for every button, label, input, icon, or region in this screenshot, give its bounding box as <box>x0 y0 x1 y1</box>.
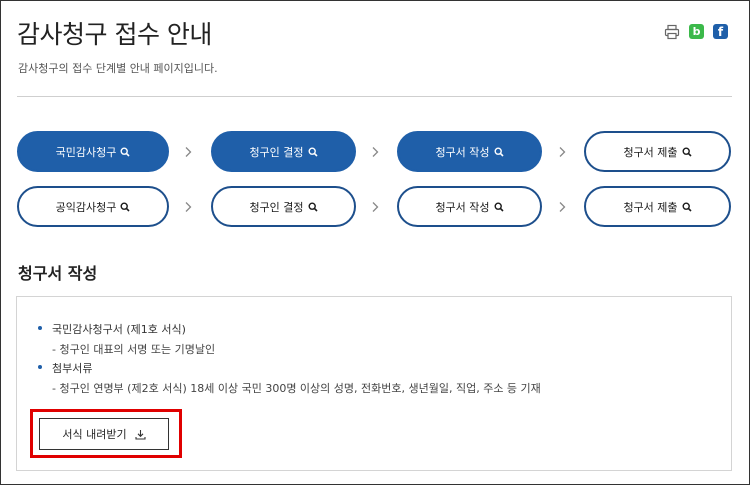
chevron-right-icon <box>372 147 379 157</box>
section-title: 청구서 작성 <box>18 264 98 283</box>
search-icon <box>494 201 504 212</box>
search-icon <box>682 146 692 157</box>
step-label: 청구서 작성 <box>435 145 490 159</box>
step-label: 청구인 결정 <box>249 200 304 214</box>
download-icon <box>135 429 146 440</box>
page-frame: 감사청구 접수 안내 감사청구의 접수 단계별 안내 페이지입니다. b f 국… <box>0 0 750 485</box>
list-item-heading: 첨부서류 <box>52 362 93 375</box>
bullet-dot <box>38 365 42 369</box>
chevron-right-icon <box>185 202 192 212</box>
search-icon <box>120 146 130 157</box>
step-label: 청구서 제출 <box>623 145 678 159</box>
step-label: 국민감사청구 <box>55 145 117 159</box>
step-label: 청구인 결정 <box>249 145 304 159</box>
search-icon <box>308 146 318 157</box>
step-write-claim-public[interactable]: 청구서 작성 <box>397 186 542 227</box>
step-submit-claim-public[interactable]: 청구서 제출 <box>584 186 731 227</box>
facebook-share-icon[interactable]: f <box>713 24 728 39</box>
search-icon <box>494 146 504 157</box>
chevron-right-icon <box>372 202 379 212</box>
step-label: 공익감사청구 <box>55 200 117 214</box>
step-claimant-decision-public[interactable]: 청구인 결정 <box>211 186 356 227</box>
step-write-claim[interactable]: 청구서 작성 <box>397 131 542 172</box>
chevron-right-icon <box>559 202 566 212</box>
list-item-detail: - 청구인 연명부 (제2호 서식) 18세 이상 국민 300명 이상의 성명… <box>52 382 541 395</box>
print-icon[interactable] <box>664 24 680 40</box>
search-icon <box>308 201 318 212</box>
step-public-audit[interactable]: 공익감사청구 <box>17 186 169 227</box>
bullet-dot <box>38 326 42 330</box>
step-national-audit[interactable]: 국민감사청구 <box>17 131 169 172</box>
chevron-right-icon <box>559 147 566 157</box>
page-title: 감사청구 접수 안내 <box>17 20 212 49</box>
list-item-detail: - 청구인 대표의 서명 또는 기명날인 <box>52 343 216 356</box>
step-label: 청구서 작성 <box>435 200 490 214</box>
header-divider <box>17 96 732 97</box>
search-icon <box>120 201 130 212</box>
download-button-label: 서식 내려받기 <box>62 428 127 441</box>
page-subtitle: 감사청구의 접수 단계별 안내 페이지입니다. <box>18 62 218 75</box>
step-submit-claim[interactable]: 청구서 제출 <box>584 131 731 172</box>
band-share-icon[interactable]: b <box>689 24 704 39</box>
step-label: 청구서 제출 <box>623 200 678 214</box>
list-item-heading: 국민감사청구서 (제1호 서식) <box>52 323 186 336</box>
step-claimant-decision[interactable]: 청구인 결정 <box>211 131 356 172</box>
download-form-button[interactable]: 서식 내려받기 <box>39 418 169 450</box>
chevron-right-icon <box>185 147 192 157</box>
search-icon <box>682 201 692 212</box>
